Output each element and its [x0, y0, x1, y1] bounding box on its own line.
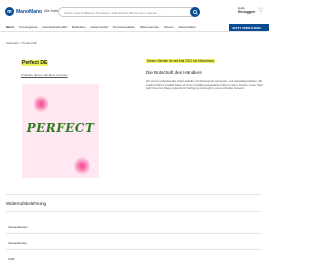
- search-placeholder: Suche unter 8 Millionen Produkten: Akku-…: [64, 11, 162, 15]
- nav-item[interactable]: Badmöbel: [72, 25, 86, 29]
- logo-mark-icon: m: [5, 7, 14, 16]
- top-header: m ManoMano Alle Kateg. Suche unter 8 Mil…: [0, 0, 267, 24]
- account-menu[interactable]: Hallo Einloggen: [238, 6, 255, 14]
- sell-button[interactable]: JETZT VERKAUFEN: [229, 24, 269, 31]
- row-terms[interactable]: AGB: [8, 257, 14, 261]
- divider: [6, 249, 261, 250]
- shop-logo-image: PERFECT: [22, 84, 99, 178]
- search-button[interactable]: [190, 7, 200, 17]
- search-input[interactable]: Suche unter 8 Millionen Produkten: Akku-…: [58, 7, 200, 17]
- shop-products-link[interactable]: Produkte dieses Händlers ansehen: [21, 73, 68, 77]
- logo-text: ManoMano: [16, 8, 43, 15]
- nav-item[interactable]: Rasentraktor: [179, 25, 196, 29]
- login-link[interactable]: Einloggen: [238, 10, 255, 14]
- shop-logo-word: PERFECT: [26, 121, 95, 135]
- nav-item[interactable]: Wärmepumpe: [140, 25, 159, 29]
- nav-item[interactable]: Terrassenplatten: [113, 25, 135, 29]
- search-icon: [192, 9, 198, 15]
- heart-icon[interactable]: ♡: [258, 7, 263, 14]
- pink-blob-decoration: [74, 157, 90, 175]
- breadcrumb[interactable]: Startseite > Perfect DE: [6, 41, 37, 45]
- nav-item[interactable]: Top-Angebote: [19, 25, 38, 29]
- row-shipping-times[interactable]: Versandzeiten: [8, 241, 27, 245]
- main-nav: Menü Top-Angebote Heimwerkerbedarf Badmö…: [0, 23, 269, 32]
- shop-name: Perfect DE: [21, 60, 49, 66]
- nav-item[interactable]: Heimwerkerbedarf: [43, 25, 68, 29]
- divider: [6, 194, 261, 195]
- menu-button[interactable]: Menü: [6, 25, 14, 29]
- message-text: Wir sind ein aufstrebender Online-Händle…: [146, 80, 264, 91]
- pink-blob-decoration: [34, 95, 48, 113]
- manomano-logo[interactable]: m ManoMano: [5, 7, 42, 16]
- nav-item[interactable]: Gartenmöbel: [91, 25, 108, 29]
- divider: [6, 233, 261, 234]
- seller-since-badge: Dieser Händler ist seit Mai 2021 bei Man…: [146, 59, 216, 63]
- nav-item[interactable]: Fliesen: [164, 25, 174, 29]
- divider: [6, 211, 261, 212]
- message-title: Die Botschaft des Händlers: [146, 70, 202, 75]
- row-shipping-costs[interactable]: Versandkosten: [8, 225, 28, 229]
- section-title[interactable]: Widerrufsbelehrung: [6, 201, 46, 206]
